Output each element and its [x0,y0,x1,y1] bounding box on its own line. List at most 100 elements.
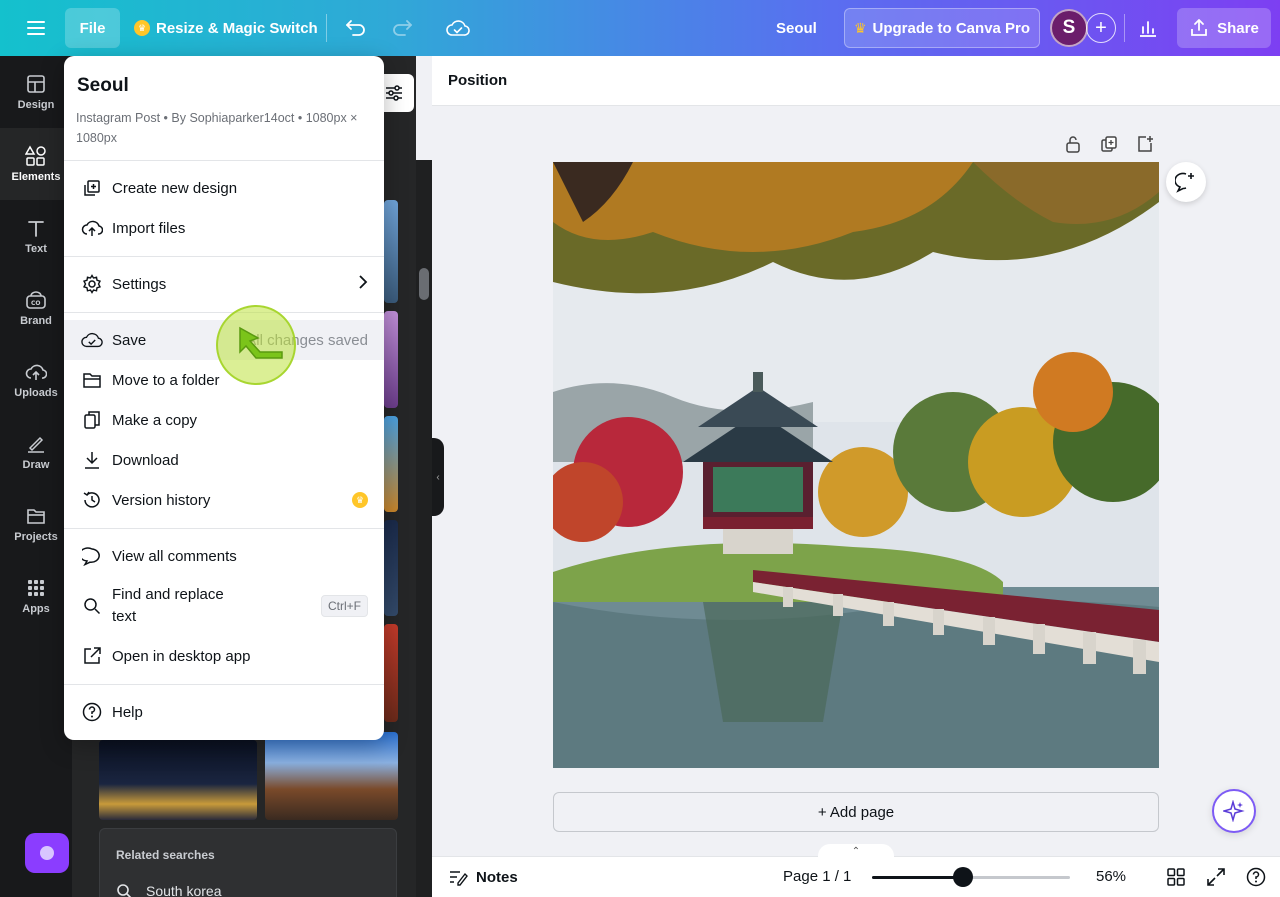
image-result-tile[interactable] [99,740,257,820]
import-cloud-icon [80,216,104,240]
chevron-up-icon[interactable]: ⌃ [818,844,894,858]
zoom-level[interactable]: 56% [1096,868,1126,885]
image-result-tile[interactable] [384,520,398,616]
rail-item-projects[interactable]: Projects [0,488,72,560]
rail-label: Apps [22,603,50,615]
menu-item-make-copy[interactable]: Make a copy [64,400,384,440]
add-page-button[interactable]: + Add page [553,792,1159,832]
bottom-bar [432,856,1280,897]
rail-item-design[interactable]: Design [0,56,72,128]
duplicate-page-icon[interactable] [1099,134,1119,154]
text-icon [25,217,47,239]
menu-item-version-history[interactable]: Version history ♛ [64,480,384,520]
menu-divider [64,312,384,313]
related-search-item[interactable]: South korea [116,883,222,897]
create-design-icon [80,176,104,200]
lock-icon[interactable] [1063,134,1083,154]
gear-icon [80,272,104,296]
download-icon [80,448,104,472]
menu-item-view-comments[interactable]: View all comments [64,536,384,576]
rail-label: Elements [11,171,61,183]
image-result-tile[interactable] [384,311,398,408]
menu-icon[interactable] [14,12,58,44]
menu-item-label: Move to a folder [112,371,220,389]
zoom-slider-handle[interactable] [953,867,974,887]
upload-cloud-icon [25,361,47,383]
rail-item-text[interactable]: Text [0,200,72,272]
rail-label: Brand [20,315,52,327]
menu-item-label: View all comments [112,547,237,565]
layout-icon [25,73,47,95]
document-title-text: Seoul [776,19,817,37]
undo-icon[interactable] [338,10,374,46]
rail-item-apps[interactable]: Apps [0,560,72,632]
file-menu-button[interactable]: File [65,8,120,48]
image-result-tile[interactable] [384,200,398,303]
folder-icon [25,505,47,527]
document-title[interactable]: Seoul [762,10,831,46]
image-result-tile[interactable] [384,416,398,512]
file-label: File [79,19,106,37]
rail-item-brand[interactable]: CO Brand [0,272,72,344]
fullscreen-icon[interactable] [1205,866,1227,888]
add-page-icon[interactable] [1135,134,1155,154]
rail-item-draw[interactable]: Draw [0,416,72,488]
resize-magic-switch-button[interactable]: ♛ Resize & Magic Switch [128,10,324,46]
menu-item-help[interactable]: Help [64,692,384,732]
search-icon [80,594,104,618]
grid-view-icon[interactable] [1165,866,1187,888]
notes-button[interactable]: Notes [448,868,518,886]
cloud-check-icon[interactable] [440,10,476,46]
rail-label: Draw [22,459,50,471]
top-bar: File ♛ Resize & Magic Switch Seoul ♛ Upg… [0,0,1280,56]
add-comment-icon[interactable] [1166,162,1206,202]
share-button[interactable]: Share [1177,8,1271,48]
svg-text:CO: CO [31,300,41,307]
design-canvas[interactable] [553,162,1159,768]
rail-item-elements[interactable]: Elements [0,128,72,200]
history-icon [80,488,104,512]
chart-icon[interactable] [1130,10,1166,46]
menu-item-label: Download [112,451,179,469]
menu-item-settings[interactable]: Settings [64,264,384,304]
avatar-initial: S [1062,17,1076,38]
rail-label: Uploads [14,387,58,399]
menu-item-open-desktop[interactable]: Open in desktop app [64,636,384,676]
help-icon[interactable] [1245,866,1267,888]
menu-item-download[interactable]: Download [64,440,384,480]
sparkle-icon[interactable] [1212,789,1256,833]
page-indicator[interactable]: Page 1 / 1 [783,868,851,885]
upgrade-pro-button[interactable]: ♛ Upgrade to Canva Pro [844,8,1040,48]
menu-item-label: Create new design [112,179,238,197]
search-icon [117,884,132,897]
image-result-tile[interactable] [384,624,398,722]
avatar[interactable]: S [1050,9,1088,47]
toolbar-divider [1124,14,1125,42]
rail-item-uploads[interactable]: Uploads [0,344,72,416]
crown-icon: ♛ [134,20,150,36]
notes-label: Notes [476,868,518,886]
context-toolbar: Position [432,56,1280,106]
related-searches-card: Related searches South korea [99,828,397,897]
menu-item-create-new-design[interactable]: Create new design [64,168,384,208]
cloud-check-icon [80,328,104,352]
rail-label: Projects [14,531,58,543]
related-search-label: South korea [146,883,222,897]
external-link-icon [80,644,104,668]
image-result-tile[interactable] [265,732,398,820]
position-button[interactable]: Position [448,72,507,89]
crown-icon: ♛ [853,19,867,36]
menu-item-import-files[interactable]: Import files [64,208,384,248]
rail-label: Text [25,243,47,255]
plus-icon[interactable]: + [1086,13,1116,43]
left-nav-rail: Design Elements Text CO Brand Uploads Dr… [0,56,72,897]
add-page-label: + Add page [817,803,895,821]
menu-design-title: Seoul [77,75,129,96]
collapse-panel-handle[interactable]: ‹ [432,438,444,516]
panel-scrollbar-thumb[interactable] [419,268,429,300]
magic-assistant-button[interactable] [25,833,69,873]
redo-icon[interactable] [384,10,420,46]
menu-item-find-replace[interactable]: Find and replace text Ctrl+F [64,584,384,628]
menu-item-label: Open in desktop app [112,647,251,665]
share-icon [1191,19,1208,36]
